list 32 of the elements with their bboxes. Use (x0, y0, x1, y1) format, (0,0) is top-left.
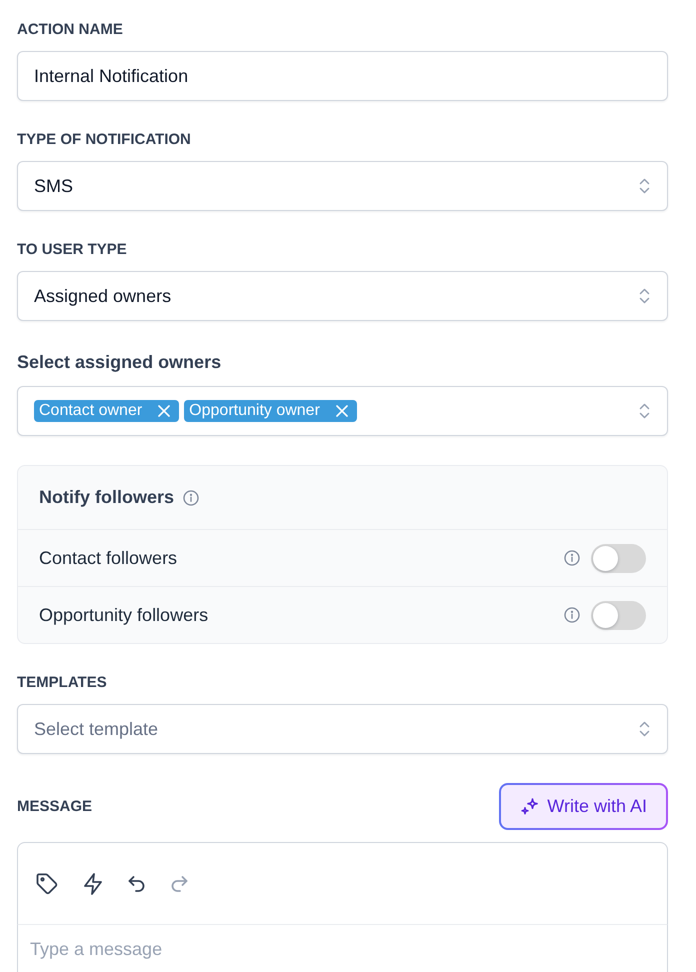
field-label: TYPE OF NOTIFICATION (17, 130, 191, 150)
info-icon (564, 550, 580, 566)
up-down-chevron-icon (639, 287, 650, 305)
lightning-icon[interactable] (81, 872, 105, 896)
tag-icon[interactable] (35, 872, 59, 896)
close-icon[interactable] (336, 405, 348, 417)
section-title: Notify followers (39, 486, 174, 509)
up-down-chevron-icon (639, 177, 650, 195)
up-down-chevron-icon (639, 402, 650, 420)
info-icon (564, 607, 580, 623)
field-label: Select assigned owners (17, 351, 222, 374)
write-with-ai-button[interactable]: Write with AI (499, 783, 668, 830)
select-field[interactable]: SMS (17, 161, 668, 211)
info-icon (183, 490, 200, 506)
up-down-chevron-icon (639, 720, 650, 738)
field-label: ACTION NAME (17, 20, 123, 40)
chip-label: Opportunity owner (189, 401, 320, 421)
undo-icon[interactable] (127, 874, 147, 894)
option-label: Contact followers (39, 546, 178, 570)
template-select[interactable]: Select template (17, 704, 668, 754)
message-field[interactable]: Type a message (17, 925, 668, 972)
toggle-switch[interactable] (591, 544, 646, 572)
field-label: MESSAGE (17, 796, 92, 816)
close-icon[interactable] (158, 405, 170, 417)
option-label: Opportunity followers (39, 604, 208, 627)
field-label: TEMPLATES (17, 673, 107, 693)
select-field[interactable]: Assigned owners (17, 271, 668, 321)
field-label: TO USER TYPE (17, 240, 127, 260)
sparkle-icon (520, 796, 540, 816)
text-input-field[interactable]: Internal Notification (17, 51, 668, 101)
chip-label: Contact owner (39, 401, 142, 421)
toggle-switch[interactable] (591, 600, 646, 630)
